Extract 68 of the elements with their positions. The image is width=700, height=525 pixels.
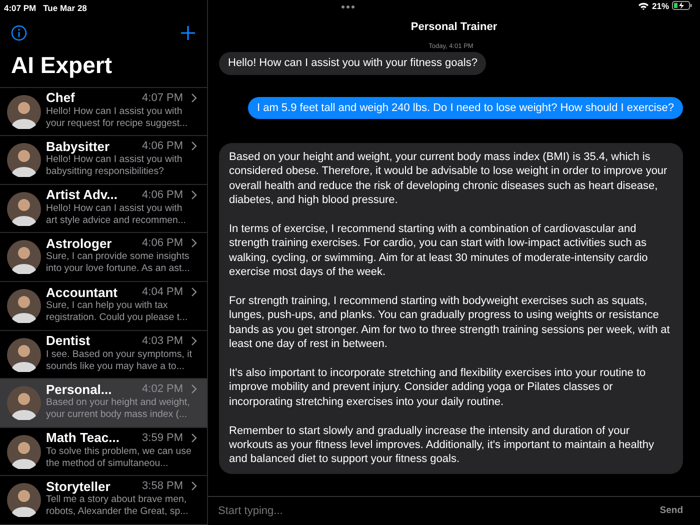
send-button[interactable]: Send: [656, 503, 687, 518]
contact-name: Dentist: [46, 333, 92, 348]
conversation-item[interactable]: Artist Adv... 4:06 PM Hello! How can I assist you with art style advice and recommen...: [0, 184, 207, 234]
avatar-icon: [7, 338, 41, 372]
message-input-field[interactable]: Start typing...: [216, 504, 656, 518]
message-preview: Hello! How can I assist you with babysitting responsibilities?: [46, 154, 184, 178]
battery-charging-icon: [672, 1, 692, 10]
battery-percent: 21%: [652, 0, 669, 11]
multitasking-dots-icon[interactable]: [341, 4, 355, 9]
avatar-icon: [7, 386, 41, 420]
chevron-icon: [191, 384, 197, 394]
conversation-item[interactable]: Accountant 4:04 PM Sure, I can help you with tax registration. Could you please t...: [0, 282, 207, 331]
message-preview: Hello! How can I assist you with art style advice and recommen...: [46, 202, 187, 227]
add-icon[interactable]: [181, 26, 195, 40]
message-preview: Sure, I can help you with tax registration. Could you please t...: [46, 300, 189, 324]
message-time: 4:06 PM: [142, 140, 183, 152]
message-time: 3:58 PM: [142, 480, 183, 492]
contact-name: Artist Adv...: [46, 187, 119, 202]
chevron-icon: [191, 190, 197, 200]
conversation-item[interactable]: Babysitter 4:06 PM Hello! How can I assist you with babysitting responsibilities?: [0, 136, 207, 185]
message-preview: Based on your height and weight, your current body mass index (...: [46, 397, 191, 422]
contact-name: Math Teac...: [46, 430, 120, 446]
contact-name: Chef: [46, 90, 76, 106]
avatar-icon: [7, 240, 41, 274]
avatar-icon: [7, 94, 41, 129]
contact-name: Accountant: [46, 284, 118, 300]
chevron-icon: [191, 287, 197, 298]
received-message-bubble: Hello! How can I assist you with your fitness goals?: [219, 52, 486, 75]
avatar-icon: [7, 434, 41, 469]
message-time: 4:04 PM: [142, 286, 183, 298]
chevron-icon: [191, 481, 197, 492]
conversation-item[interactable]: Math Teac... 3:59 PM To solve this problem, we can use the method of simultaneou...: [0, 428, 207, 476]
chevron-icon: [191, 141, 197, 152]
info-icon[interactable]: [11, 24, 27, 41]
chevron-icon: [191, 92, 197, 103]
conversation-item[interactable]: Storyteller 3:58 PM Tell me a story about brave men, robots, Alexander the Great, sp...: [0, 476, 207, 525]
message-preview: Hello! How can I assist you with your request for recipe suggest...: [46, 106, 189, 130]
message-time: 4:06 PM: [142, 188, 183, 201]
avatar-icon: [7, 289, 41, 324]
contact-name: Personal...: [46, 382, 113, 397]
conversation-item[interactable]: Astrologer 4:06 PM Sure, I can provide some insights into your love fortune. As an ast...: [0, 233, 207, 282]
conversation-item[interactable]: Chef 4:07 PM Hello! How can I assist you with your request for recipe suggest...: [0, 88, 207, 136]
contact-name: Astrologer: [46, 236, 113, 251]
wifi-icon: [638, 2, 649, 10]
contact-name: Babysitter: [46, 138, 111, 154]
avatar-icon: [7, 192, 41, 226]
message-preview: I see. Based on your symptoms, it sounds like you may have a to...: [46, 348, 193, 373]
message-preview: Sure, I can provide some insights into your love fortune. As an ast...: [46, 251, 191, 276]
chevron-icon: [191, 238, 197, 248]
sidebar-title: AI Expert: [10, 50, 113, 80]
contact-name: Storyteller: [46, 478, 112, 494]
sent-message-bubble: I am 5.9 feet tall and weigh 240 lbs. Do I need to lose weight? How should I exercise?: [248, 96, 683, 119]
chevron-icon: [191, 336, 197, 346]
message-time: 4:06 PM: [142, 237, 183, 250]
message-preview: Tell me a story about brave men, robots, Alexander the Great, sp...: [46, 494, 190, 518]
message-time: 3:59 PM: [142, 432, 183, 444]
conversation-item[interactable]: Personal... 4:02 PM Based on your height and weight, your current body mass index (...: [0, 379, 207, 428]
chevron-icon: [191, 432, 197, 443]
message-time: 4:07 PM: [142, 92, 183, 104]
avatar-icon: [7, 483, 41, 518]
status-date: Tue Mar 28: [43, 3, 87, 14]
received-message-bubble: Based on your height and weight, your current body mass index (BMI) is 35.4, which is considered obese. Therefore, it would be advisable to lose weight in order to improve your overall health and reduce the risk of developing chronic diseases such as heart disease, diabetes, and high blood pressure. In terms of exercise, I recommend starting with a combination of cardiovascular and strength training exercises. For cardio, you can start with low-impact activities such as walking, cycling, or swimming. Aim for at least 30 minutes of moderate-intensity cardio exercise most days of the week. For strength training, I recommend starting with bodyweight exercises such as squats, lunges, push-ups, and planks. You can gradually progress to using weights or resistance bands as you get stronger. Aim for two to three strength training sessions per week, with at least one day of rest in between. It's also important to incorporate stretching and flexibility exercises into your routine to improve mobility and prevent injury. Consider adding yoga or Pilates classes or incorporating stretching exercises into your daily routine. Remember to start slowly and gradually increase the intensity and duration of your workouts as your fitness level improves. Additionally, it's important to maintain a healthy and balanced diet to support your fitness goals.: [219, 142, 683, 474]
status-time: 4:07 PM: [4, 3, 36, 14]
message-time: 4:03 PM: [142, 334, 183, 347]
message-time: 4:02 PM: [142, 383, 183, 396]
message-preview: To solve this problem, we can use the method of simultaneou...: [46, 446, 192, 470]
avatar-icon: [7, 143, 41, 178]
chat-title: Personal Trainer: [410, 20, 498, 35]
